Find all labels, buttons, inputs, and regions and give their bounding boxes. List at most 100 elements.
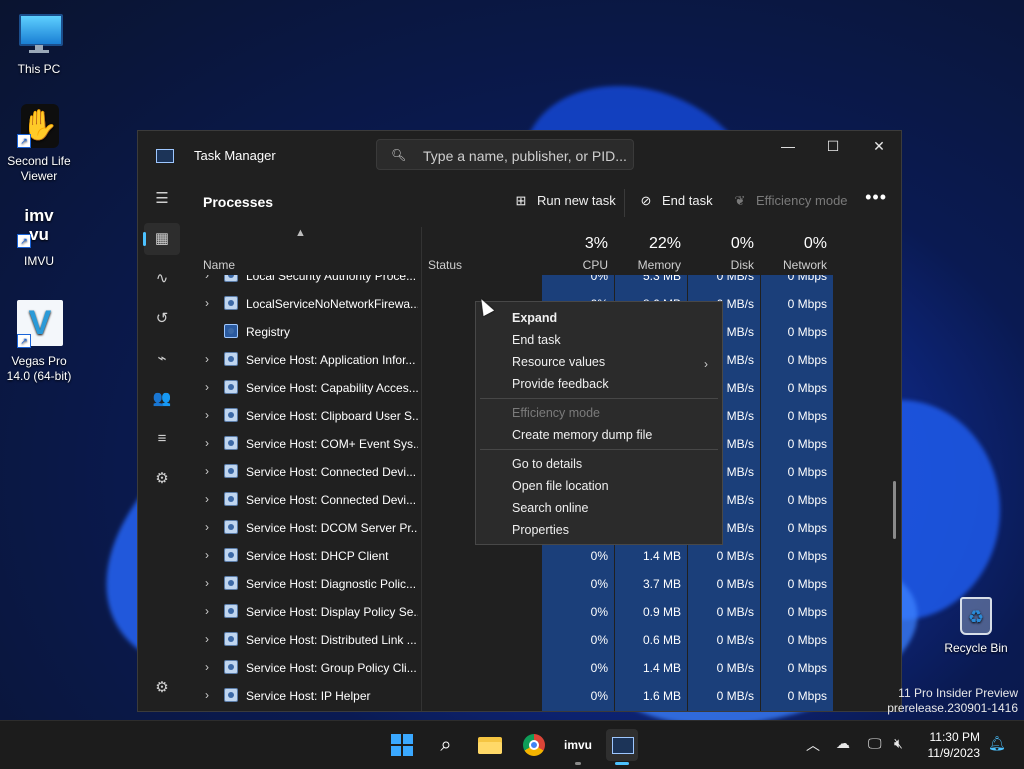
network-total: 0% <box>803 235 827 252</box>
windows-logo-icon <box>391 734 413 756</box>
process-icon <box>224 275 238 282</box>
file-explorer-icon[interactable] <box>474 729 506 761</box>
table-row[interactable]: › Local Security Authority Proce... 0% 5.3 … <box>188 275 901 289</box>
menu-item-expand[interactable]: Expand <box>512 311 557 325</box>
desktop-icon-imvu[interactable]: imv vu ↗ IMVU <box>1 204 77 269</box>
vertical-scrollbar[interactable] <box>893 481 896 539</box>
menu-item-open-file-location[interactable]: Open file location <box>512 479 609 493</box>
desktop-icon-recycle-bin[interactable]: ♻ Recycle Bin <box>938 597 1014 655</box>
display-icon[interactable]: 🖵 <box>868 735 882 752</box>
chevron-right-icon[interactable]: › <box>205 632 209 646</box>
imvu-icon: imv vu ↗ <box>17 204 61 248</box>
title-bar[interactable]: Task Manager 🔍︎ — ☐ ✕ <box>138 131 901 179</box>
column-status[interactable]: Status <box>428 258 462 272</box>
menu-item-end-task[interactable]: End task <box>512 333 561 347</box>
column-memory[interactable]: 22% Memory <box>615 227 687 275</box>
chevron-right-icon[interactable]: › <box>205 464 209 478</box>
chevron-right-icon[interactable]: › <box>205 576 209 590</box>
table-row[interactable]: › Service Host: Group Policy Cli... 0% 1.4 … <box>188 653 901 681</box>
chevron-right-icon[interactable]: › <box>205 408 209 422</box>
processes-icon[interactable]: ▦ <box>143 223 180 255</box>
build-watermark: 11 Pro Insider Preview prerelease.230901… <box>887 686 1018 716</box>
search-input[interactable] <box>421 147 630 165</box>
chevron-right-icon[interactable]: › <box>205 548 209 562</box>
system-clock[interactable]: 11:30 PM 11/9/2023 <box>916 729 981 761</box>
volume-muted-icon[interactable]: 🔇︎ <box>894 735 903 752</box>
process-icon <box>224 688 238 702</box>
close-button[interactable]: ✕ <box>856 131 901 161</box>
table-row[interactable]: › Service Host: IP Helper 0% 1.6 MB 0 MB/s 0 … <box>188 681 901 709</box>
task-manager-taskbar-icon[interactable] <box>606 729 638 765</box>
chevron-right-icon[interactable]: › <box>205 660 209 674</box>
chevron-right-icon[interactable]: › <box>205 436 209 450</box>
process-memory: 1.4 MB <box>642 549 681 563</box>
performance-icon[interactable]: ∿ <box>144 263 180 295</box>
menu-item-search-online[interactable]: Search online <box>512 501 588 515</box>
process-cpu: 0% <box>590 633 608 647</box>
efficiency-mode-button[interactable]: ❦ Efficiency mode <box>732 193 848 209</box>
chevron-right-icon[interactable]: › <box>205 520 209 534</box>
table-row[interactable]: › Service Host: Display Policy Se... 0% 0.9… <box>188 597 901 625</box>
menu-separator <box>480 398 718 399</box>
app-history-icon[interactable]: ↺ <box>144 303 180 335</box>
process-memory: 5.3 MB <box>642 275 681 283</box>
table-row[interactable]: › Service Host: Diagnostic Polic... 0% 3.7 … <box>188 569 901 597</box>
desktop-icon-label: Viewer <box>20 169 58 183</box>
process-name: Service Host: Distributed Link ... <box>246 633 417 647</box>
menu-item-resource-values[interactable]: Resource values <box>512 355 605 369</box>
desktop-icon-this-pc[interactable]: This PC <box>1 12 77 77</box>
chevron-right-icon[interactable]: › <box>205 688 209 702</box>
chevron-right-icon[interactable]: › <box>205 275 209 282</box>
more-options-button[interactable]: ••• <box>865 187 887 208</box>
search-box[interactable]: 🔍︎ <box>376 139 634 170</box>
process-disk: 0 MB/s <box>716 275 754 283</box>
chevron-right-icon[interactable]: › <box>205 296 209 310</box>
cpu-label: CPU <box>582 258 608 272</box>
chevron-up-icon[interactable]: ︿ <box>806 735 820 755</box>
services-icon[interactable]: ⚙ <box>144 463 180 495</box>
menu-item-create-dump[interactable]: Create memory dump file <box>512 428 652 442</box>
startup-icon[interactable]: ⌁ <box>144 343 180 375</box>
minimize-button[interactable]: — <box>765 131 811 161</box>
table-row[interactable]: › Service Host: DHCP Client 0% 1.4 MB 0 MB/s… <box>188 541 901 569</box>
imvu-taskbar-icon[interactable]: imvu <box>562 729 594 765</box>
menu-item-properties[interactable]: Properties <box>512 523 569 537</box>
table-row[interactable]: › Service Host: Distributed Link ... 0% 0.6… <box>188 625 901 653</box>
start-button[interactable] <box>386 729 418 761</box>
process-memory: 1.4 MB <box>642 661 681 675</box>
process-cpu: 0% <box>590 605 608 619</box>
end-task-button[interactable]: ⊘ End task <box>638 193 713 209</box>
chevron-right-icon[interactable]: › <box>205 380 209 394</box>
run-new-task-button[interactable]: ⊞ Run new task <box>513 193 616 209</box>
maximize-button[interactable]: ☐ <box>810 131 856 161</box>
taskbar: ⌕ imvu ︿ ☁ 🖵 🔇︎ 11:30 PM 11/9/2023 🔔︎ <box>0 720 1024 769</box>
process-name: Service Host: IP Helper <box>246 689 371 703</box>
process-network: 0 Mbps <box>787 605 827 619</box>
onedrive-icon[interactable]: ☁ <box>836 735 850 752</box>
chevron-right-icon[interactable]: › <box>205 352 209 366</box>
process-memory: 3.7 MB <box>642 577 681 591</box>
menu-item-provide-feedback[interactable]: Provide feedback <box>512 377 609 391</box>
column-disk[interactable]: 0% Disk <box>688 227 760 275</box>
search-taskbar-icon[interactable]: ⌕ <box>430 729 462 761</box>
chevron-right-icon[interactable]: › <box>205 492 209 506</box>
window-title: Task Manager <box>194 148 276 163</box>
users-icon[interactable]: 👥 <box>144 383 180 415</box>
process-icon <box>224 380 238 394</box>
process-disk: 0 MB/s <box>716 633 754 647</box>
process-icon <box>224 436 238 450</box>
process-network: 0 Mbps <box>787 661 827 675</box>
hamburger-icon[interactable]: ☰ <box>144 183 180 215</box>
chevron-right-icon[interactable]: › <box>205 604 209 618</box>
desktop-icon-vegas-pro[interactable]: V ↗ Vegas Pro 14.0 (64-bit) <box>1 300 77 384</box>
notification-bell-icon[interactable]: 🔔︎ <box>988 735 1006 752</box>
settings-icon[interactable]: ⚙ <box>144 672 180 704</box>
desktop-icon-label: 14.0 (64-bit) <box>6 369 72 383</box>
column-cpu[interactable]: 3% CPU <box>542 227 614 275</box>
details-icon[interactable]: ≡ <box>144 423 180 455</box>
column-network[interactable]: 0% Network <box>761 227 833 275</box>
column-name[interactable]: Name <box>203 258 235 272</box>
menu-item-go-to-details[interactable]: Go to details <box>512 457 582 471</box>
chrome-icon[interactable] <box>518 729 550 761</box>
desktop-icon-second-life[interactable]: ✋ ↗ Second Life Viewer <box>1 104 77 184</box>
